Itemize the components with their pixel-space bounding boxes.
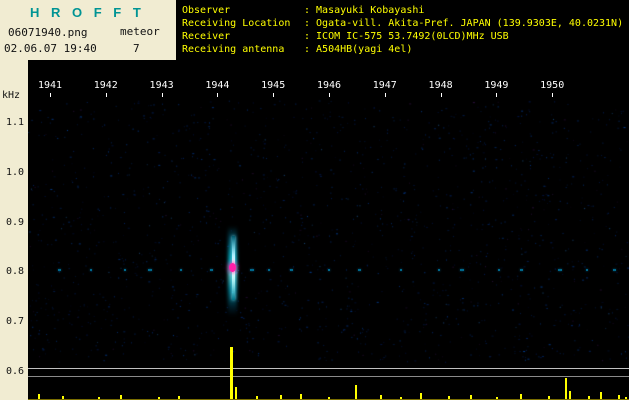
freq-tick-label: 0.6 <box>5 366 24 377</box>
info-label: Receiving antenna <box>182 44 285 55</box>
info-label: Receiver <box>182 31 231 42</box>
freq-tick-label: 0.7 <box>5 316 24 328</box>
app-title: H R O F F T <box>30 5 145 20</box>
signal-level-bar <box>355 385 357 399</box>
signal-meter <box>28 60 629 400</box>
info-label: Receiving Location <box>182 18 291 29</box>
info-label: Observer <box>182 5 231 16</box>
output-filename: 06071940.png <box>8 26 88 39</box>
info-row: Observer : Masayuki Kobayashi <box>182 4 629 17</box>
info-value: : ICOM IC-575 53.7492(0LCD)MHz USB <box>304 31 509 42</box>
info-value: : A504HB(yagi 4el) <box>304 44 413 55</box>
frequency-unit-label: kHz <box>2 90 21 101</box>
signal-level-bar <box>565 378 567 399</box>
info-row: Receiving Location : Ogata-vill. Akita-Pr… <box>182 17 629 30</box>
frequency-axis: kHz 1.1 1.0 0.9 0.8 0.7 0.6 <box>0 60 28 400</box>
signal-level-bar <box>230 347 233 399</box>
header-left-panel: H R O F F T 06071940.png meteor 02.06.07… <box>0 0 176 60</box>
datetime-label: 02.06.07 19:40 <box>4 42 97 55</box>
info-value: : Masayuki Kobayashi <box>304 5 425 16</box>
freq-tick-label: 0.8 <box>5 266 24 278</box>
meteor-count: 7 <box>133 42 140 55</box>
signal-level-bar <box>569 391 571 399</box>
spectrogram-plot: 1941 1942 1943 1944 1945 1946 1947 1948 1949 1950 <box>28 60 629 400</box>
signal-level-bar <box>600 392 602 399</box>
info-value: : Ogata-vill. Akita-Pref. JAPAN (139.930… <box>304 18 624 29</box>
freq-tick-label: 1.0 <box>5 166 24 178</box>
freq-tick-label: 0.9 <box>5 216 24 228</box>
mode-label: meteor <box>120 25 160 38</box>
observer-info-panel: Observer: Masayuki Kobayashi Receiving Lo… <box>176 0 629 60</box>
signal-level-bar <box>235 387 237 399</box>
info-row: Receiver : ICOM IC-575 53.7492(0LCD)MHz U… <box>182 30 629 43</box>
freq-tick-label: 1.1 <box>5 117 24 128</box>
info-row: Receiving antenna : A504HB(yagi 4el) <box>182 43 629 56</box>
